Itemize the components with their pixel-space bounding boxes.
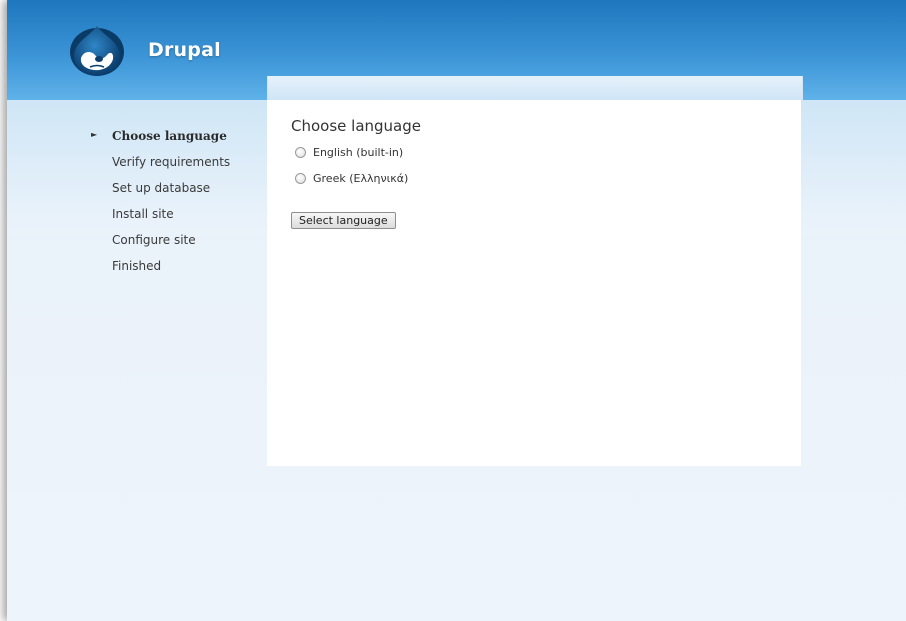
language-option-greek[interactable]: Greek (Ελληνικά): [295, 172, 408, 185]
task-finished: Finished: [112, 259, 162, 273]
drupal-drop-icon: [70, 26, 124, 76]
triangle-right-icon: ►: [91, 130, 98, 139]
language-option-english[interactable]: English (built-in): [295, 146, 403, 159]
installer-page: Drupal ► Choose language Verify requirem…: [7, 0, 906, 621]
task-install-site: Install site: [112, 207, 174, 221]
page-title: Choose language: [291, 117, 421, 135]
content-tab: [267, 76, 803, 100]
task-verify-requirements: Verify requirements: [112, 155, 231, 169]
language-option-label: Greek (Ελληνικά): [313, 172, 409, 185]
main-content: Choose language English (built-in) Greek…: [267, 100, 801, 466]
language-option-label: English (built-in): [313, 146, 404, 159]
select-language-button[interactable]: Select language: [291, 212, 396, 229]
brand-name: Drupal: [148, 39, 221, 61]
radio-greek[interactable]: [295, 173, 306, 184]
task-set-up-database: Set up database: [112, 181, 211, 195]
task-choose-language: Choose language: [112, 129, 227, 143]
task-configure-site: Configure site: [112, 233, 196, 247]
radio-english[interactable]: [295, 147, 306, 158]
